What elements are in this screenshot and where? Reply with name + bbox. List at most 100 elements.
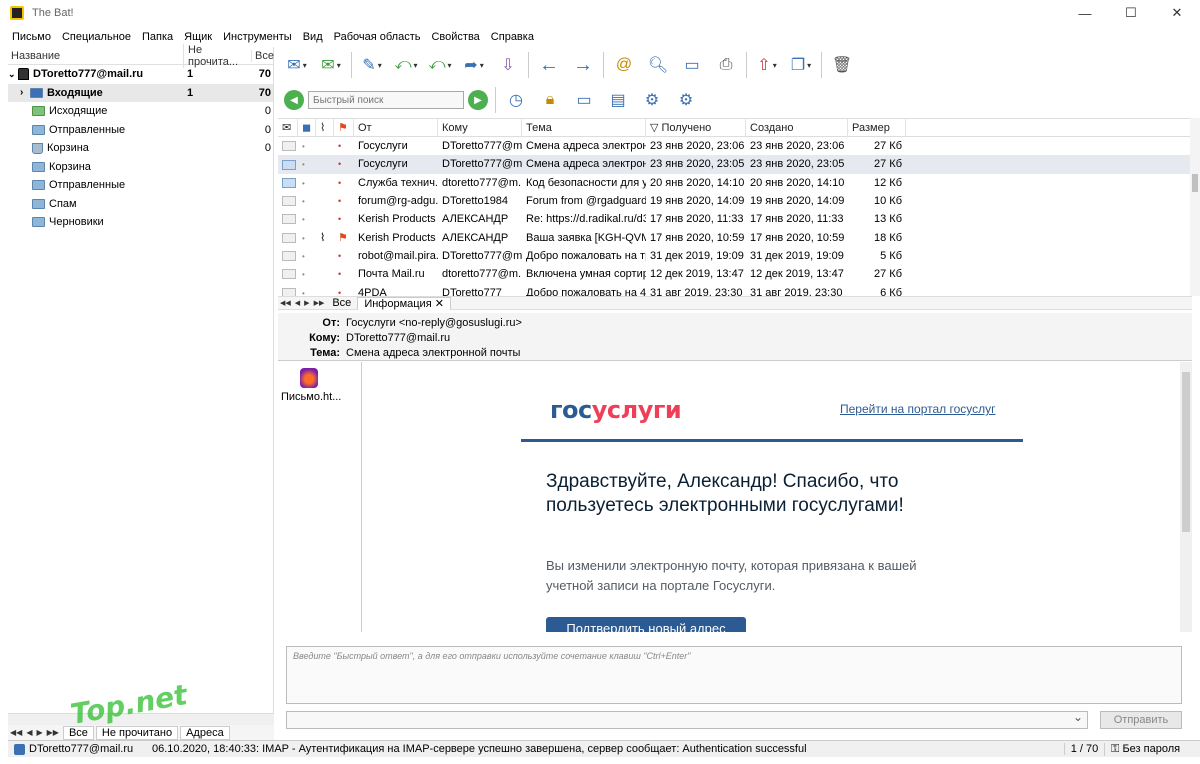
message-view-icon[interactable]: ▭ [679, 53, 705, 77]
priority-column-icon[interactable]: ◼ [298, 118, 316, 137]
menu-mailbox[interactable]: Ящик [184, 31, 212, 43]
account-row[interactable]: ⌄ DToretto777@mail.ru 1 70 [8, 65, 273, 84]
filter-settings-icon[interactable]: ⚙ [673, 88, 699, 112]
to-value[interactable]: DToretto777@mail.ru [346, 332, 450, 344]
column-subject[interactable]: Тема [522, 118, 646, 137]
next-tab-nav-icon[interactable]: ▶ [36, 728, 42, 737]
message-list-scrollbar[interactable] [1190, 118, 1200, 296]
first-tab-nav-icon[interactable]: ◀◀ [10, 728, 22, 737]
move-message-icon[interactable]: ⇧ [754, 53, 780, 77]
folder-trash-2[interactable]: Корзина [8, 158, 273, 177]
scrollbar-thumb[interactable] [1182, 372, 1190, 532]
attachment-column-icon[interactable]: ⌇ [316, 118, 334, 137]
first-tab-nav-icon[interactable]: ◀◀ [280, 299, 291, 307]
scrollbar-thumb[interactable] [1192, 174, 1198, 192]
column-unread[interactable]: Не прочита... [183, 43, 251, 68]
menu-special[interactable]: Специальное [62, 31, 131, 43]
redirect-icon[interactable]: ⇩ [495, 53, 521, 77]
tab-unread[interactable]: Не прочитано [95, 725, 179, 740]
forward-icon[interactable]: ➦ [461, 53, 487, 77]
message-row[interactable]: • • Kerish Products АЛЕКСАНДР Re: https://d.… [278, 210, 1192, 228]
column-size[interactable]: Размер [848, 118, 906, 137]
message-row[interactable]: • • Госуслуги DToretto777@m... Смена адреса … [278, 155, 1192, 174]
attachment-name[interactable]: Письмо.ht... [281, 391, 361, 403]
folder-sent[interactable]: Отправленные 0 [8, 121, 273, 140]
new-message-icon[interactable]: ✎ [359, 53, 385, 77]
menu-properties[interactable]: Свойства [431, 31, 479, 43]
search-go-icon[interactable]: ▶ [468, 90, 488, 110]
next-tab-nav-icon[interactable]: ▶ [304, 299, 309, 307]
window-controls: — ☐ ✕ [1062, 0, 1200, 26]
column-received[interactable]: ▽ Получено [646, 118, 746, 137]
folder-label: Отправленные [49, 123, 126, 136]
column-total[interactable]: Все [251, 49, 274, 62]
send-options-select[interactable] [286, 710, 1088, 729]
new-folder-icon[interactable]: ▭ [571, 88, 597, 112]
confirm-address-button[interactable]: Подтвердить новый адрес [546, 617, 746, 632]
folder-spam[interactable]: Спам [8, 195, 273, 214]
column-from[interactable]: От [354, 118, 438, 137]
last-tab-nav-icon[interactable]: ▶▶ [314, 299, 325, 307]
flag-column-icon[interactable]: ⚑ [334, 118, 354, 137]
close-button[interactable]: ✕ [1154, 0, 1200, 26]
prev-tab-nav-icon[interactable]: ◀ [295, 299, 300, 307]
folder-outbox[interactable]: Исходящие 0 [8, 102, 273, 121]
collapse-arrow-icon[interactable]: ⌄ [8, 69, 18, 80]
tab-information[interactable]: Информация ✕ [357, 296, 451, 310]
read-status-column-icon[interactable]: ✉ [278, 118, 298, 137]
portal-link[interactable]: Перейти на портал госуслуг [840, 402, 996, 416]
html-file-icon[interactable] [300, 368, 318, 388]
message-row[interactable]: • • forum@rg-adgu... DToretto1984 Forum from… [278, 192, 1192, 210]
lock-icon[interactable]: 🔒︎ [537, 88, 563, 112]
menu-tools[interactable]: Инструменты [223, 31, 292, 43]
close-tab-icon[interactable]: ✕ [435, 298, 444, 310]
menu-letter[interactable]: Письмо [12, 31, 51, 43]
menu-workspace[interactable]: Рабочая область [334, 31, 421, 43]
menu-help[interactable]: Справка [491, 31, 534, 43]
get-mail-icon[interactable]: ✉ [284, 53, 310, 77]
last-tab-nav-icon[interactable]: ▶▶ [47, 728, 59, 737]
expand-arrow-icon[interactable]: › [20, 87, 30, 98]
message-received: 23 янв 2020, 23:05 [650, 158, 745, 171]
minimize-button[interactable]: — [1062, 0, 1108, 26]
message-row[interactable]: • • Служба технич... dtoretto777@m... Код бе… [278, 174, 1192, 192]
previous-message-icon[interactable]: ← [536, 53, 562, 77]
message-row[interactable]: • • robot@mail.pira... DToretto777@m... Добр… [278, 247, 1192, 265]
reply-icon[interactable]: ⤺ [393, 53, 419, 77]
message-size: 27 Кб [874, 140, 902, 153]
tab-addresses[interactable]: Адреса [180, 725, 230, 740]
status-password[interactable]: ⚿ Без пароля [1104, 742, 1200, 756]
folder-drafts[interactable]: Черновики [8, 213, 273, 232]
message-row[interactable]: • • Госуслуги DToretto777@m... Смена адреса … [278, 137, 1192, 155]
folder-sent-2[interactable]: Отправленные [8, 176, 273, 195]
message-body-scrollbar[interactable] [1180, 362, 1192, 632]
menu-folder[interactable]: Папка [142, 31, 173, 43]
message-row[interactable]: • • Почта Mail.ru dtoretto777@m... Включена … [278, 265, 1192, 283]
column-name[interactable]: Название [8, 50, 183, 62]
folder-properties-icon[interactable]: ▤ [605, 88, 631, 112]
quick-reply-input[interactable]: Введите "Быстрый ответ", а для его отпра… [286, 646, 1182, 704]
schedule-icon[interactable]: ◷ [503, 88, 529, 112]
back-icon[interactable]: ◀ [284, 90, 304, 110]
send-button[interactable]: Отправить [1100, 711, 1182, 729]
quick-search-input[interactable] [308, 91, 464, 109]
maximize-button[interactable]: ☐ [1108, 0, 1154, 26]
folder-inbox[interactable]: › Входящие 1 70 [8, 83, 273, 102]
prev-tab-nav-icon[interactable]: ◀ [26, 728, 32, 737]
column-created[interactable]: Создано [746, 118, 848, 137]
sorting-filters-icon[interactable]: ⚙ [639, 88, 665, 112]
address-book-icon[interactable]: @ [611, 53, 637, 77]
message-row[interactable]: • ⌇ ⚑ Kerish Products ... АЛЕКСАНДР Ваша заяв… [278, 228, 1192, 246]
send-queue-icon[interactable]: ✉ [318, 53, 344, 77]
tab-all-messages[interactable]: Все [326, 297, 357, 310]
column-to[interactable]: Кому [438, 118, 522, 137]
print-icon[interactable]: ⎙ [713, 53, 739, 77]
next-message-icon[interactable]: → [570, 53, 596, 77]
reply-all-icon[interactable]: ⤺ [427, 53, 453, 77]
find-icon[interactable]: 🔍︎ [645, 53, 671, 77]
folder-trash[interactable]: Корзина 0 [8, 139, 273, 158]
copy-message-icon[interactable]: ❐ [788, 53, 814, 77]
menu-view[interactable]: Вид [303, 31, 323, 43]
delete-icon[interactable]: 🗑︎ [829, 53, 855, 77]
from-value[interactable]: Госуслуги <no-reply@gosuslugi.ru> [346, 317, 522, 329]
